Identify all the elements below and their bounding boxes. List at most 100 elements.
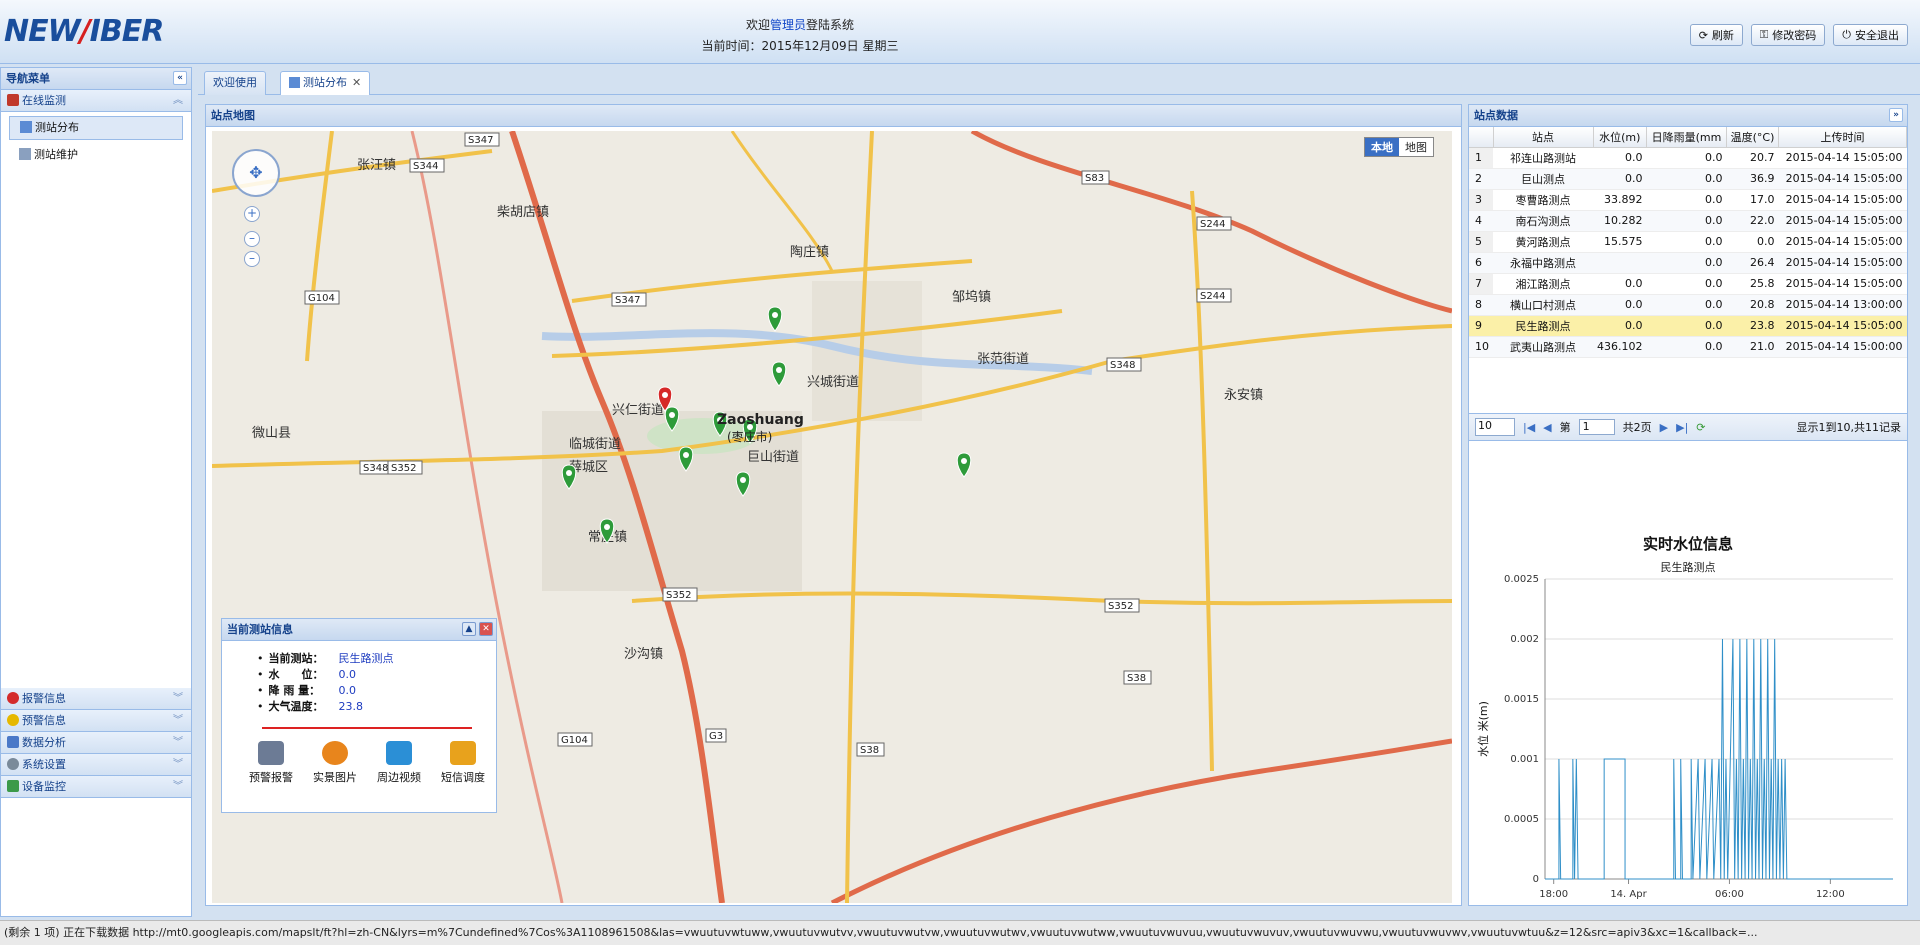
temp-cell: 0.0	[1726, 231, 1779, 253]
welcome-text: 欢迎管理员登陆系统 当前时间：2015年12月09日 星期三	[0, 16, 1600, 54]
next-page-icon[interactable]: ▶	[1660, 421, 1668, 434]
wrench-icon	[19, 148, 31, 160]
x-tick-label: 06:00	[1715, 889, 1744, 900]
station-name-cell: 横山口村测点	[1493, 294, 1593, 316]
page-size-select[interactable]: 10	[1475, 418, 1515, 436]
svg-text:S352: S352	[666, 590, 691, 601]
collapse-right-icon[interactable]: »	[1889, 108, 1903, 122]
page-input[interactable]: 1	[1578, 419, 1615, 435]
video-button[interactable]: 周边视频	[374, 741, 424, 785]
time-cell: 2015-04-14 15:00:00	[1778, 336, 1907, 358]
refresh-button[interactable]: ⟳ 刷新	[1689, 24, 1743, 46]
time-cell: 2015-04-14 15:05:00	[1778, 210, 1907, 232]
prev-page-icon[interactable]: ◀	[1543, 421, 1551, 434]
page-summary: 显示1到10,共11记录	[1796, 421, 1902, 434]
place-label: 邹坞镇	[952, 289, 991, 305]
table-row[interactable]: 5 黄河路测点 15.575 0.0 0.0 2015-04-14 15:05:00	[1469, 231, 1907, 253]
map-type-local[interactable]: 本地	[1365, 138, 1399, 156]
chevron-down-icon: ︾	[173, 781, 183, 792]
alarm-icon	[7, 692, 19, 704]
col-water[interactable]: 水位(m)	[1593, 127, 1647, 148]
rain-cell: 0.0	[1646, 189, 1727, 211]
table-row[interactable]: 1 祁连山路测站 0.0 0.0 20.7 2015-04-14 15:05:00	[1469, 147, 1907, 169]
water-cell: 0.0	[1593, 168, 1647, 190]
nav-section-online-monitoring[interactable]: 在线监测 ︽	[1, 90, 191, 112]
col-time[interactable]: 上传时间	[1778, 127, 1907, 148]
rain-cell: 0.0	[1646, 294, 1727, 316]
map-type-map[interactable]: 地图	[1399, 138, 1433, 156]
table-row[interactable]: 9 民生路测点 0.0 0.0 23.8 2015-04-14 15:05:00	[1469, 315, 1907, 337]
alarm-button[interactable]: 预警报警	[246, 741, 296, 785]
refresh-icon[interactable]: ⟳	[1696, 421, 1705, 434]
road-label: S347	[611, 292, 647, 307]
y-tick-label: 0.001	[1510, 754, 1539, 765]
table-row[interactable]: 2 巨山测点 0.0 0.0 36.9 2015-04-14 15:05:00	[1469, 168, 1907, 190]
chevron-down-icon: ︾	[173, 737, 183, 748]
row-index-cell: 3	[1469, 189, 1493, 211]
change-password-button[interactable]: ⚿ 修改密码	[1750, 24, 1826, 46]
logout-button[interactable]: ⏻ 安全退出	[1833, 24, 1908, 46]
col-station[interactable]: 站点	[1493, 127, 1594, 148]
nav-section-device[interactable]: 设备监控 ︾	[1, 776, 191, 798]
table-row[interactable]: 3 枣曹路测点 33.892 0.0 17.0 2015-04-14 15:05:00	[1469, 189, 1907, 211]
road-label: S352	[662, 587, 698, 602]
place-label: 沙沟镇	[624, 647, 663, 662]
time-cell: 2015-04-14 15:05:00	[1778, 168, 1907, 190]
tab-station-distribution[interactable]: 测站分布 ✕	[280, 71, 371, 95]
key-icon: ⚿	[1759, 28, 1769, 41]
sms-button[interactable]: 短信调度	[438, 741, 488, 785]
expressway-s38	[830, 738, 1452, 903]
station-marker[interactable]	[771, 361, 787, 387]
temp-cell: 22.0	[1726, 210, 1779, 232]
table-row[interactable]: 8 横山口村测点 0.0 0.0 20.8 2015-04-14 13:00:00	[1469, 294, 1907, 316]
place-label: 柴胡店镇	[497, 205, 549, 220]
nav-section-alarm[interactable]: 报警信息 ︾	[1, 688, 191, 710]
rain-cell: 0.0	[1646, 336, 1727, 358]
nav-section-settings[interactable]: 系统设置 ︾	[1, 754, 191, 776]
collapse-left-icon[interactable]: «	[173, 71, 187, 85]
first-page-icon[interactable]: |◀	[1523, 421, 1535, 434]
zoom-slider[interactable]: –	[244, 231, 260, 247]
water-cell	[1593, 252, 1647, 274]
y-axis-label: 水位 米(m)	[1476, 701, 1490, 757]
nav-section-analysis[interactable]: 数据分析 ︾	[1, 732, 191, 754]
road-s244	[1190, 190, 1214, 772]
zoom-out-button[interactable]: –	[244, 251, 260, 267]
rain-cell: 0.0	[1646, 147, 1727, 169]
last-page-icon[interactable]: ▶|	[1676, 421, 1688, 434]
city-name: Zaoshuang (枣庄市)	[717, 412, 804, 444]
station-table: 站点 水位(m) 日降雨量(mm 温度(°C) 上传时间 1 祁连山路测站 0.0 0…	[1469, 127, 1907, 358]
table-row[interactable]: 6 永福中路测点 0.0 26.4 2015-04-14 15:05:00	[1469, 252, 1907, 274]
col-rain[interactable]: 日降雨量(mm	[1646, 127, 1727, 148]
place-label: 张范街道	[977, 352, 1029, 367]
y-tick-label: 0	[1533, 874, 1539, 885]
nav-item-station-distribution[interactable]: 测站分布	[9, 116, 183, 140]
bar-chart-icon	[7, 736, 19, 748]
page-prefix: 第	[1559, 421, 1571, 434]
tab-welcome[interactable]: 欢迎使用	[204, 71, 266, 95]
minimize-icon[interactable]: ▲	[462, 622, 476, 636]
station-marker[interactable]	[956, 452, 972, 478]
table-row[interactable]: 10 武夷山路测点 436.102 0.0 21.0 2015-04-14 15:00:0…	[1469, 336, 1907, 358]
svg-text:S348: S348	[363, 463, 388, 474]
close-tab-icon[interactable]: ✕	[352, 76, 361, 89]
table-row[interactable]: 4 南石沟测点 10.282 0.0 22.0 2015-04-14 15:05:00	[1469, 210, 1907, 232]
station-name-cell: 民生路测点	[1493, 315, 1593, 337]
station-marker[interactable]	[767, 306, 783, 332]
road-s352	[631, 591, 1452, 606]
road-label: S83	[1081, 170, 1110, 185]
svg-text:G104: G104	[561, 735, 588, 746]
table-row[interactable]: 7 湘江路测点 0.0 0.0 25.8 2015-04-14 15:05:00	[1469, 273, 1907, 295]
chevron-down-icon: ︾	[173, 693, 183, 704]
col-temp[interactable]: 温度(°C)	[1726, 127, 1779, 148]
road-label: S348	[1106, 357, 1142, 372]
row-index-cell: 8	[1469, 294, 1493, 316]
pan-control[interactable]: ✥	[232, 149, 280, 197]
nav-item-station-maintenance[interactable]: 测站维护	[9, 144, 183, 168]
photo-button[interactable]: 实景图片	[310, 741, 360, 785]
map-panel-title: 站点地图	[206, 105, 1461, 127]
row-index-cell: 2	[1469, 168, 1493, 190]
nav-section-warning[interactable]: 预警信息 ︾	[1, 710, 191, 732]
zoom-in-button[interactable]: +	[244, 206, 260, 222]
close-icon[interactable]: ✕	[479, 622, 493, 636]
